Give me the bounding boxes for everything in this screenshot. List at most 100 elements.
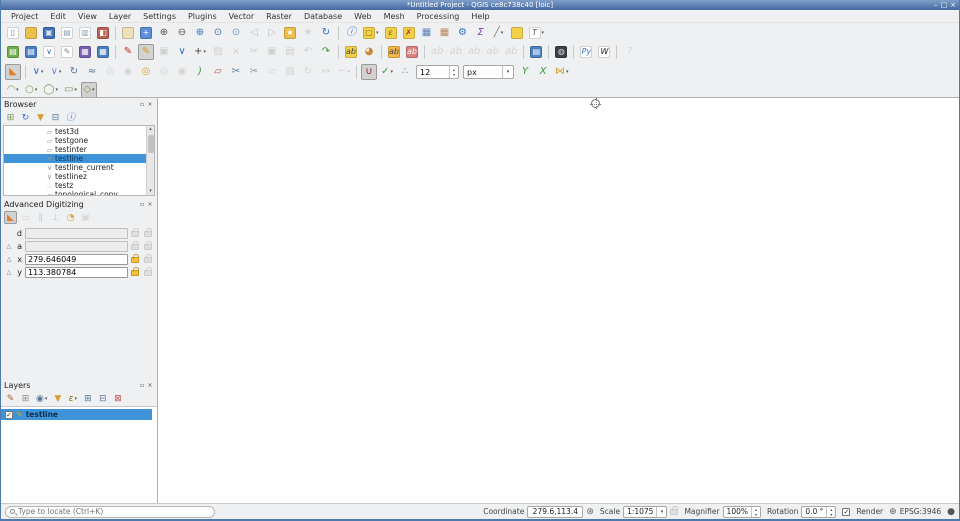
layers-close-icon[interactable]: × <box>146 382 154 389</box>
trim-extend-dropdown-icon[interactable]: ▾ <box>347 69 350 75</box>
new-geopackage-layer-button[interactable]: ▤ <box>5 44 21 60</box>
cad-d-repeat-lock-icon[interactable] <box>144 231 152 237</box>
zoom-in-button[interactable]: ⊕ <box>156 25 172 41</box>
menu-view[interactable]: View <box>72 12 103 21</box>
crs-value[interactable]: EPSG:3946 <box>900 507 941 516</box>
snapping-on-intersection-button[interactable]: X <box>535 64 551 80</box>
save-project-button[interactable]: ▣ <box>41 25 57 41</box>
locate-input[interactable] <box>18 507 210 516</box>
browser-item-test3d[interactable]: ▱test3d <box>4 127 146 136</box>
snapping-tolerance-input[interactable] <box>417 68 449 77</box>
browser-item-testline_current[interactable]: ∨testline_current <box>4 163 146 172</box>
text-annotation-button[interactable]: T▾ <box>527 25 547 41</box>
advanced-digitizing-close-icon[interactable]: × <box>146 201 154 208</box>
scale-combobox[interactable]: 1:1075 ▾ <box>623 506 667 518</box>
vertex-tool-button[interactable]: +▾ <box>192 44 208 60</box>
filter-legend-button[interactable]: ▼ <box>51 392 64 405</box>
new-virtual-layer-button[interactable]: ▦ <box>77 44 93 60</box>
add-regular-polygon-dropdown-icon[interactable]: ▾ <box>92 87 95 93</box>
delta-toggle-icon[interactable]: Δ <box>4 256 14 264</box>
scale-lock-icon[interactable] <box>670 509 678 515</box>
circular-string-by-radius-button[interactable]: ◠▾ <box>5 82 21 98</box>
menu-vector[interactable]: Vector <box>223 12 261 21</box>
browser-item-testlinez[interactable]: ∨testlinez <box>4 172 146 181</box>
copy-move-feature-dropdown-icon[interactable]: ▾ <box>59 69 62 75</box>
cad-y-repeat-lock-icon[interactable] <box>144 270 152 276</box>
delta-toggle-icon[interactable]: Δ <box>4 243 14 251</box>
browser-item-testinter[interactable]: ▱testinter <box>4 145 146 154</box>
refresh-map-button[interactable]: ↻ <box>318 25 334 41</box>
snapping-mode-dropdown-icon[interactable]: ▾ <box>390 69 393 75</box>
vertex-tool-dropdown-icon[interactable]: ▾ <box>203 49 206 55</box>
toggle-editing-button[interactable]: ✎ <box>138 44 154 60</box>
identify-features-button[interactable]: ⓘ <box>343 25 359 41</box>
copy-move-feature-button[interactable]: ∨▾ <box>48 64 64 80</box>
fill-ring-button[interactable]: ◎ <box>138 64 154 80</box>
circular-string-by-radius-dropdown-icon[interactable]: ▾ <box>16 87 19 93</box>
measure-button[interactable]: ╱▾ <box>491 25 507 41</box>
processing-toolbox-button[interactable]: ⚙ <box>455 25 471 41</box>
remove-layer-button[interactable]: ⊠ <box>111 392 124 405</box>
menu-raster[interactable]: Raster <box>260 12 298 21</box>
menu-database[interactable]: Database <box>298 12 348 21</box>
move-feature-dropdown-icon[interactable]: ▾ <box>41 69 44 75</box>
filter-legend-by-expression-dropdown-icon[interactable]: ▾ <box>75 396 78 402</box>
scale-dropdown-icon[interactable]: ▾ <box>656 507 666 517</box>
browser-item-testgone[interactable]: ▱testgone <box>4 136 146 145</box>
rotation-down-icon[interactable]: ▾ <box>830 512 832 517</box>
new-spatialite-layer-button[interactable]: ▤ <box>23 44 39 60</box>
statistical-summary-button[interactable]: Σ <box>473 25 489 41</box>
magnifier-down-icon[interactable]: ▾ <box>755 512 757 517</box>
topological-editing-button[interactable]: Y <box>517 64 533 80</box>
extent-toggle-icon[interactable]: ⊛ <box>586 507 594 517</box>
pin-unpin-labels-button[interactable]: ab <box>404 44 420 60</box>
manage-map-themes-button[interactable]: ◉▾ <box>34 392 49 405</box>
split-features-button[interactable]: ✂ <box>228 64 244 80</box>
add-circle-button[interactable]: ○▾ <box>23 82 39 98</box>
collapse-all-button[interactable]: ⊟ <box>96 392 109 405</box>
enable-snapping-button[interactable]: ∪ <box>361 64 377 80</box>
render-checkbox[interactable]: ✓ <box>842 508 850 516</box>
menu-layer[interactable]: Layer <box>103 12 137 21</box>
add-ellipse-button[interactable]: ◯▾ <box>41 82 60 98</box>
add-ellipse-dropdown-icon[interactable]: ▾ <box>55 87 58 93</box>
browser-item-testz[interactable]: ∴testz <box>4 181 146 190</box>
add-group-button[interactable]: ⊞ <box>19 392 32 405</box>
cad-enable-button[interactable]: ◣ <box>4 211 17 224</box>
coordinate-value[interactable]: 279.6,113.4 <box>527 506 583 518</box>
open-project-button[interactable] <box>23 25 39 41</box>
menu-processing[interactable]: Processing <box>411 12 466 21</box>
cad-x-lock-icon[interactable] <box>131 257 139 263</box>
simplify-feature-button[interactable]: ≈ <box>84 64 100 80</box>
minimize-button[interactable]: – <box>934 0 938 10</box>
new-project-button[interactable]: ▯ <box>5 25 21 41</box>
scroll-up-icon[interactable]: ▴ <box>149 126 152 133</box>
cad-a-repeat-lock-icon[interactable] <box>144 244 152 250</box>
current-edits-button[interactable]: ✎ <box>120 44 136 60</box>
rotate-feature-button[interactable]: ↻ <box>66 64 82 80</box>
cad-x-input[interactable] <box>25 254 128 265</box>
measure-dropdown-icon[interactable]: ▾ <box>501 30 504 36</box>
menu-settings[interactable]: Settings <box>137 12 182 21</box>
filter-legend-by-expression-button[interactable]: ε▾ <box>66 392 79 405</box>
locate-box[interactable] <box>5 506 215 518</box>
browser-filter-button[interactable]: ▼ <box>34 111 47 124</box>
open-layer-styling-button[interactable]: ✎ <box>4 392 17 405</box>
enable-advanced-digitizing-button[interactable]: ◣ <box>5 64 21 80</box>
layer-diagram-options-button[interactable]: ◕ <box>361 44 377 60</box>
map-tips-button[interactable] <box>509 25 525 41</box>
close-button[interactable]: × <box>950 0 956 10</box>
titlebar[interactable]: *Untitled Project - QGIS ce8c738c40 [loi… <box>1 0 959 10</box>
menu-web[interactable]: Web <box>348 12 377 21</box>
layer-labeling-options-button[interactable]: ab <box>343 44 359 60</box>
browser-collapse-all-button[interactable]: ⊟ <box>49 111 62 124</box>
cad-a-lock-icon[interactable] <box>131 244 139 250</box>
snapping-units-dropdown-icon[interactable]: ▾ <box>502 66 513 78</box>
select-features-button[interactable]: □▾ <box>361 25 381 41</box>
scrollbar-thumb[interactable] <box>148 135 154 153</box>
magnifier-spinbox[interactable]: 100% ▴▾ <box>723 506 761 518</box>
layer-visibility-checkbox[interactable]: ✓ <box>5 411 13 419</box>
menu-edit[interactable]: Edit <box>44 12 72 21</box>
snapping-mode-button[interactable]: ✓▾ <box>379 64 395 80</box>
add-rectangle-button[interactable]: ▭▾ <box>62 82 79 98</box>
